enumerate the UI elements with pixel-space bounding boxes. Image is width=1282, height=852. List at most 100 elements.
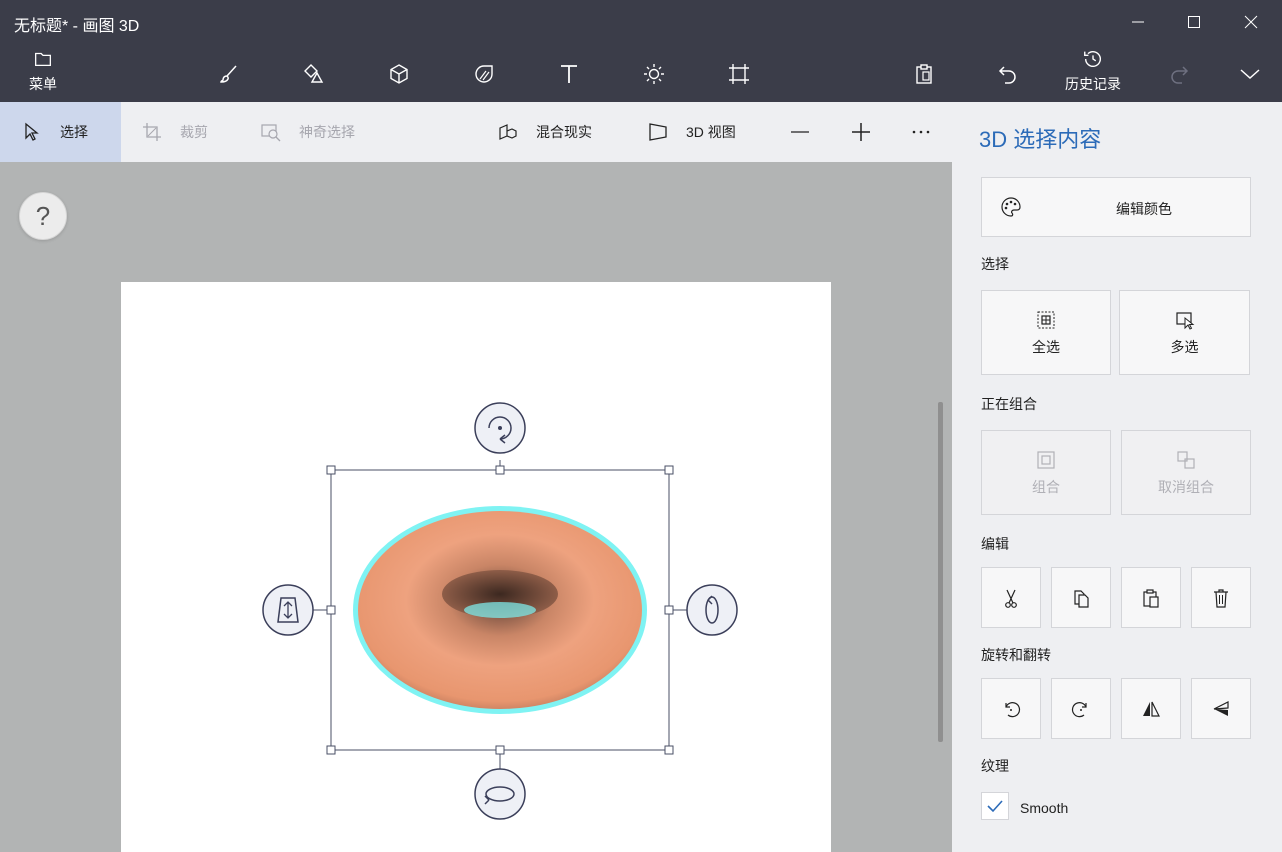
flip-horizontal-button[interactable] xyxy=(1121,678,1181,739)
more-options-button[interactable] xyxy=(911,102,949,162)
vertical-scrollbar[interactable] xyxy=(938,402,943,742)
3d-cube-icon xyxy=(390,64,408,84)
maximize-icon xyxy=(1188,16,1200,28)
texture-section-heading: 纹理 xyxy=(981,758,1009,774)
rotate-z-handle[interactable] xyxy=(474,402,526,454)
menu-button[interactable]: 菜单 xyxy=(23,48,63,94)
copy-button[interactable] xyxy=(1051,567,1111,628)
select-tool-button[interactable]: 选择 xyxy=(0,102,121,162)
properties-panel: 3D 选择内容 编辑颜色 选择 全选 多选 正在组合 组合 取消组合 编辑 旋转… xyxy=(952,102,1282,852)
top-toolbar: 无标题* - 画图 3D 菜单 历史记录 xyxy=(0,0,1282,102)
depth-handle[interactable] xyxy=(262,584,314,636)
mixed-reality-label: 混合现实 xyxy=(536,124,592,140)
scene-svg xyxy=(262,402,738,820)
canvas-button[interactable] xyxy=(725,60,753,88)
mixed-reality-button[interactable]: 混合现实 xyxy=(498,102,592,162)
magic-select-icon xyxy=(261,124,281,142)
rotate-right-icon xyxy=(1071,701,1087,717)
group-button[interactable]: 组合 xyxy=(981,430,1111,515)
brushes-button[interactable] xyxy=(215,60,243,88)
smooth-label: Smooth xyxy=(1020,800,1069,816)
plus-icon xyxy=(852,123,870,141)
sun-icon xyxy=(644,64,664,84)
maximize-button[interactable] xyxy=(1182,10,1206,34)
rotate-x-handle[interactable] xyxy=(686,584,738,636)
folder-icon xyxy=(35,52,51,67)
minimize-icon xyxy=(1132,21,1144,23)
flip-vertical-button[interactable] xyxy=(1191,678,1251,739)
paste-icon xyxy=(1143,588,1159,608)
canvas[interactable] xyxy=(121,282,831,852)
flip-horizontal-icon xyxy=(1143,701,1160,717)
select-all-button[interactable]: 全选 xyxy=(981,290,1111,375)
text-icon xyxy=(561,65,577,83)
workspace: ? xyxy=(0,162,952,852)
edit-color-button[interactable]: 编辑颜色 xyxy=(981,177,1251,237)
magic-select-button[interactable]: 神奇选择 xyxy=(261,102,355,162)
2d-shapes-button[interactable] xyxy=(300,60,328,88)
close-icon xyxy=(1244,15,1258,29)
edit-section-heading: 编辑 xyxy=(981,536,1009,552)
magic-select-label: 神奇选择 xyxy=(299,124,355,140)
rotate-y-handle[interactable] xyxy=(474,768,526,820)
paste-button[interactable] xyxy=(910,60,938,88)
rotate-left-icon xyxy=(1005,701,1021,717)
copy-icon xyxy=(1074,589,1089,608)
3d-view-label: 3D 视图 xyxy=(686,124,736,140)
select-tool-label: 选择 xyxy=(60,124,88,140)
paste-panel-button[interactable] xyxy=(1121,567,1181,628)
group-label: 组合 xyxy=(1032,478,1060,495)
minus-icon xyxy=(791,131,809,133)
effects-button[interactable] xyxy=(640,60,668,88)
smooth-checkbox[interactable] xyxy=(981,792,1009,820)
sub-toolbar: 选择 裁剪 神奇选择 混合现实 3D 视图 xyxy=(0,102,952,162)
ungroup-button[interactable]: 取消组合 xyxy=(1121,430,1251,515)
zoom-in-button[interactable] xyxy=(851,102,889,162)
crop-icon xyxy=(143,123,161,141)
select-section-heading: 选择 xyxy=(981,256,1009,272)
multi-select-icon xyxy=(1175,311,1194,330)
clipboard-icon xyxy=(916,64,932,84)
3d-view-icon xyxy=(649,123,667,141)
close-button[interactable] xyxy=(1239,10,1263,34)
select-all-icon xyxy=(1037,311,1055,328)
text-button[interactable] xyxy=(555,60,583,88)
cut-button[interactable] xyxy=(981,567,1041,628)
sticker-icon xyxy=(475,65,493,83)
rotate-right-button[interactable] xyxy=(1051,678,1111,739)
3d-shapes-button[interactable] xyxy=(385,60,413,88)
ungroup-label: 取消组合 xyxy=(1158,478,1214,495)
rotate-flip-section-heading: 旋转和翻转 xyxy=(981,647,1051,663)
grouping-section-heading: 正在组合 xyxy=(981,396,1037,412)
help-button[interactable]: ? xyxy=(19,192,67,240)
history-button[interactable]: 历史记录 xyxy=(1058,48,1128,94)
history-label: 历史记录 xyxy=(1065,76,1121,92)
crop-button[interactable]: 裁剪 xyxy=(142,102,208,162)
history-clock-icon xyxy=(1084,51,1101,68)
zoom-out-button[interactable] xyxy=(790,102,828,162)
redo-button[interactable] xyxy=(1165,60,1193,88)
checkmark-icon xyxy=(987,800,1003,813)
minimize-button[interactable] xyxy=(1126,10,1150,34)
flip-vertical-icon xyxy=(1213,700,1229,716)
delete-button[interactable] xyxy=(1191,567,1251,628)
ungroup-icon xyxy=(1177,450,1195,469)
chevron-down-icon xyxy=(1240,69,1260,80)
3d-view-button[interactable]: 3D 视图 xyxy=(648,102,736,162)
crop-label: 裁剪 xyxy=(180,124,208,140)
group-icon xyxy=(1037,450,1055,469)
multi-select-button[interactable]: 多选 xyxy=(1119,290,1250,375)
expand-toolbar-button[interactable] xyxy=(1236,60,1264,88)
2d-shapes-icon xyxy=(304,64,324,83)
select-all-label: 全选 xyxy=(1032,338,1060,355)
redo-icon xyxy=(1171,66,1189,84)
window-title: 无标题* - 画图 3D xyxy=(14,18,140,35)
stickers-button[interactable] xyxy=(470,60,498,88)
brush-icon xyxy=(220,65,237,83)
edit-color-label: 编辑颜色 xyxy=(1116,201,1172,217)
multi-select-label: 多选 xyxy=(1170,338,1199,355)
palette-icon xyxy=(1001,197,1021,217)
undo-button[interactable] xyxy=(994,60,1022,88)
rotate-left-button[interactable] xyxy=(981,678,1041,739)
undo-icon xyxy=(998,66,1016,84)
